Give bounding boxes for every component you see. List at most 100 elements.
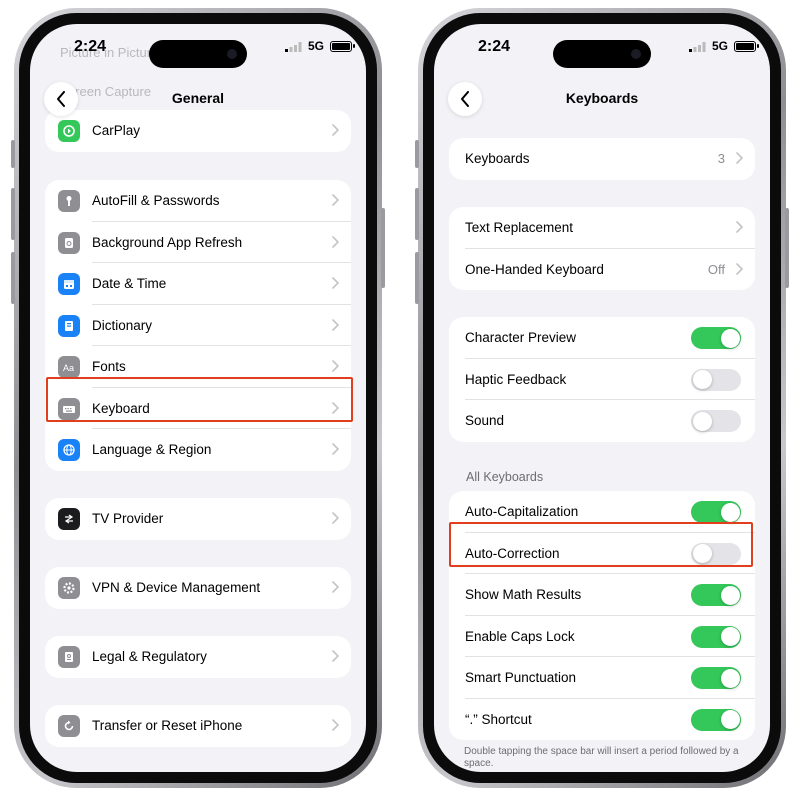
refresh-icon: [58, 231, 80, 254]
row-label: Sound: [465, 413, 505, 429]
settings-group: AutoFill & Passwords Background App Refr…: [45, 180, 351, 471]
row-legal-regulatory[interactable]: Legal & Regulatory: [45, 636, 351, 678]
side-button: [785, 208, 789, 288]
row-enable-caps-lock: Enable Caps Lock: [449, 616, 755, 658]
fonts-icon: Aa: [58, 356, 80, 378]
row-label: Dictionary: [92, 317, 153, 333]
row-label: Background App Refresh: [92, 234, 243, 250]
row-vpn-device-management[interactable]: VPN & Device Management: [45, 567, 351, 609]
footnote: Double tapping the space bar will insert…: [464, 746, 739, 769]
document-icon: [58, 646, 80, 668]
section-header: All Keyboards: [466, 470, 544, 484]
row-tv-provider[interactable]: TV Provider: [45, 498, 351, 540]
row-label: Character Preview: [465, 330, 577, 346]
row-value: Off: [707, 261, 725, 277]
volume-up-button: [11, 188, 15, 240]
chevron-right-icon: [332, 277, 339, 289]
chevron-right-icon: [332, 194, 339, 206]
calendar-icon: [58, 273, 80, 295]
row-label: Fonts: [92, 359, 126, 375]
reset-icon: [58, 715, 80, 737]
volume-up-button: [415, 188, 419, 240]
toggle-switch[interactable]: [691, 625, 741, 648]
toggle-switch[interactable]: [691, 410, 741, 432]
nav-header: Keyboards: [434, 80, 770, 120]
settings-group: Keyboards 3: [449, 138, 755, 180]
row-keyboards[interactable]: Keyboards 3: [449, 138, 755, 180]
signal-icon: [285, 42, 302, 52]
nav-header: General: [30, 80, 366, 120]
row-dictionary[interactable]: Dictionary: [45, 305, 351, 347]
chevron-right-icon: [332, 124, 339, 136]
toggle-switch[interactable]: [691, 708, 741, 731]
toggle-switch[interactable]: [691, 327, 741, 349]
book-icon: [58, 314, 80, 337]
key-icon: [58, 190, 80, 212]
status-time: 2:24: [74, 38, 107, 55]
settings-group: TV Provider: [45, 498, 351, 540]
row-label: Keyboards: [465, 151, 530, 167]
settings-group: VPN & Device Management: [45, 567, 351, 609]
screen-keyboards-settings: 2:24 5G Keyboards Keyboards 3 Text Repla…: [434, 24, 770, 772]
row-label: Transfer or Reset iPhone: [92, 718, 243, 734]
dynamic-island: [149, 40, 247, 68]
row-label: Text Replacement: [465, 220, 574, 236]
toggle-switch[interactable]: [691, 368, 741, 391]
page-title: General: [171, 90, 225, 106]
row-label: Date & Time: [92, 276, 167, 292]
globe-icon: [58, 439, 80, 461]
settings-group: Transfer or Reset iPhone: [45, 705, 351, 747]
row-label: TV Provider: [92, 511, 164, 527]
highlight-auto-correction-row: [449, 522, 753, 567]
row-background-app-refresh[interactable]: Background App Refresh: [45, 222, 351, 264]
chevron-right-icon: [736, 221, 743, 233]
row-label: Enable Caps Lock: [465, 628, 575, 644]
side-button: [381, 208, 385, 288]
chevron-right-icon: [332, 443, 339, 455]
highlight-keyboard-row: [46, 377, 353, 422]
chevron-right-icon: [736, 262, 743, 275]
chevron-right-icon: [332, 581, 339, 593]
row-label: Haptic Feedback: [465, 371, 567, 387]
battery-icon: [734, 41, 759, 52]
row-label: “.” Shortcut: [465, 711, 532, 727]
row-label: One-Handed Keyboard: [465, 261, 604, 277]
row-label: Legal & Regulatory: [92, 649, 207, 665]
toggle-switch[interactable]: [691, 584, 741, 606]
chevron-right-icon: [332, 360, 339, 372]
row-one-handed-keyboard[interactable]: One-Handed Keyboard Off: [449, 249, 755, 291]
row-sound: Sound: [449, 400, 755, 442]
volume-down-button: [415, 252, 419, 304]
row-label: Show Math Results: [465, 587, 582, 603]
gear-icon: [58, 577, 80, 599]
carplay-icon: [58, 120, 80, 142]
settings-group: Legal & Regulatory: [45, 636, 351, 678]
chevron-right-icon: [332, 235, 339, 248]
toggle-switch[interactable]: [691, 501, 741, 523]
row-character-preview: Character Preview: [449, 317, 755, 359]
tv-provider-icon: [58, 508, 80, 530]
chevron-right-icon: [332, 650, 339, 662]
volume-down-button: [11, 252, 15, 304]
battery-icon: [330, 41, 355, 52]
row-date-time[interactable]: Date & Time: [45, 263, 351, 305]
dynamic-island: [553, 40, 651, 68]
row-value: 3: [717, 151, 725, 167]
row-label: Auto-Capitalization: [465, 504, 579, 520]
signal-icon: [689, 42, 706, 52]
chevron-right-icon: [332, 512, 339, 524]
row-transfer-reset[interactable]: Transfer or Reset iPhone: [45, 705, 351, 747]
row-language-region[interactable]: Language & Region: [45, 429, 351, 471]
row-label: CarPlay: [92, 123, 141, 139]
toggle-switch[interactable]: [691, 667, 741, 689]
chevron-right-icon: [332, 719, 339, 731]
row-text-replacement[interactable]: Text Replacement: [449, 207, 755, 249]
row-smart-punctuation: Smart Punctuation: [449, 657, 755, 699]
row-label: Smart Punctuation: [465, 670, 577, 686]
row-autofill-passwords[interactable]: AutoFill & Passwords: [45, 180, 351, 222]
row-label: AutoFill & Passwords: [92, 193, 220, 209]
network-type: 5G: [711, 39, 728, 53]
row-period-shortcut: “.” Shortcut: [449, 699, 755, 741]
row-label: VPN & Device Management: [92, 580, 261, 596]
status-time: 2:24: [478, 38, 511, 55]
